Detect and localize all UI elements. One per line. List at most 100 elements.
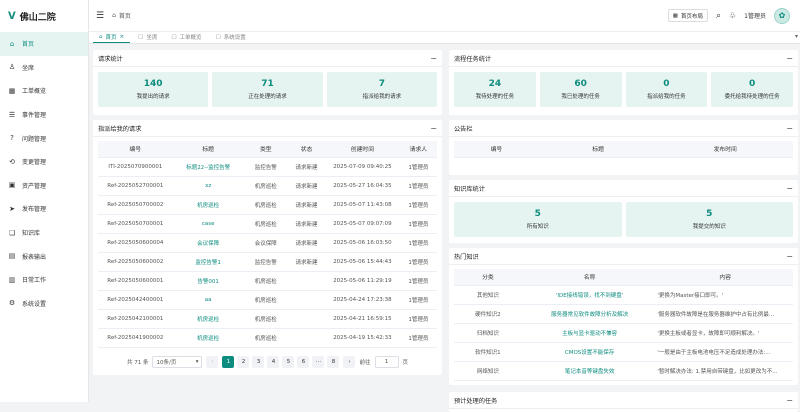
stat-card[interactable]: 71 正在处理的请求 bbox=[212, 72, 323, 107]
page-button[interactable]: 8 bbox=[327, 355, 340, 368]
minimize-icon[interactable]: − bbox=[786, 54, 793, 63]
tab-item[interactable]: ▢ 系统设置 bbox=[210, 31, 252, 43]
table-row[interactable]: 其他知识 'IDE接线错误，找不到硬盘' '更换为Master接口即可。' bbox=[454, 285, 793, 305]
table-row[interactable]: Ref-2025042100001 机房巡检 机房巡检 2025-04-21 16:5… bbox=[98, 309, 437, 329]
table-row[interactable]: Ref-2025041900002 机房巡检 机房巡检 2025-04-19 15:4… bbox=[98, 328, 437, 348]
request-title-link[interactable]: 机房巡检 bbox=[172, 328, 244, 348]
page-button[interactable]: 2 bbox=[237, 355, 250, 368]
sidebar-item[interactable]: ⟲ 变更管理 bbox=[0, 150, 88, 174]
knowledge-title-link[interactable]: 'IDE接线错误，找不到硬盘' bbox=[521, 285, 658, 305]
minimize-icon[interactable]: − bbox=[786, 124, 793, 133]
table-row[interactable]: Ref-2025052700001 xz 机房巡检 请求新建 2025-05-27 16… bbox=[98, 176, 437, 196]
sidebar-item[interactable]: ▤ 报表输出 bbox=[0, 244, 88, 268]
table-row[interactable]: Ref-2025050600004 会议保障 会议保障 请求新建 2025-05-06 … bbox=[98, 233, 437, 253]
page-size-value: 10条/页 bbox=[156, 359, 177, 366]
stat-card[interactable]: 0 委托给我待处理的任务 bbox=[711, 72, 793, 107]
tab-item[interactable]: ⌂ 首页 × bbox=[93, 31, 131, 43]
tab-item[interactable]: ▢ 工单概览 bbox=[165, 31, 207, 43]
request-title-link[interactable]: 告警001 bbox=[172, 271, 244, 291]
hamburger-menu-icon[interactable]: ☰ bbox=[96, 11, 104, 21]
column-header: 名称 bbox=[521, 269, 658, 286]
knowledge-title-link[interactable]: 主板与显卡驱动不兼容 bbox=[521, 323, 658, 343]
tab-item[interactable]: ▢ 坐席 bbox=[132, 31, 163, 43]
stat-card[interactable]: 60 我已处理的任务 bbox=[539, 72, 622, 107]
table-cell: 归档知识 bbox=[454, 323, 522, 343]
request-title-link[interactable]: 监控告警1 bbox=[172, 252, 244, 272]
knowledge-title-link[interactable]: CMOS设置不能保存 bbox=[521, 342, 658, 362]
stat-card[interactable]: 24 我待处理的任务 bbox=[454, 72, 536, 107]
sidebar-item[interactable]: ❏ 知识库 bbox=[0, 221, 88, 245]
sidebar-item-label: 知识库 bbox=[22, 230, 41, 238]
home-layout-button[interactable]: ▦ 首页布局 bbox=[667, 9, 708, 22]
page-button[interactable]: 1 bbox=[222, 355, 235, 368]
knowledge-title-link[interactable]: 笔记本音等键盘失效 bbox=[521, 361, 658, 381]
stat-card[interactable]: 5 所有知识 bbox=[454, 202, 622, 237]
request-title-link[interactable]: 机房巡检 bbox=[172, 195, 244, 215]
search-icon[interactable]: ⌕ bbox=[716, 11, 721, 21]
table-row[interactable]: Ref-2025042400001 aa 机房巡检 2025-04-24 17:23:… bbox=[98, 290, 437, 310]
goto-page-input[interactable]: 1 bbox=[374, 355, 399, 368]
table-cell: Ref-2025050600004 bbox=[98, 233, 173, 253]
next-page-button[interactable]: › bbox=[343, 355, 356, 368]
table-row[interactable]: 软件知识1 CMOS设置不能保存 '一般是由于主板电池电压不足造成处理办法:... bbox=[454, 342, 793, 362]
sidebar-item[interactable]: ➤ 发布管理 bbox=[0, 197, 88, 221]
table-row[interactable]: ITI-2025070900001 标题22--监控告警 监控告警 请求新建 2025-… bbox=[98, 157, 437, 177]
page-button[interactable]: 3 bbox=[252, 355, 265, 368]
page-button[interactable]: ··· bbox=[312, 355, 325, 368]
page-button[interactable]: 5 bbox=[282, 355, 295, 368]
page-button[interactable]: 4 bbox=[267, 355, 280, 368]
tab-label: 工单概览 bbox=[179, 35, 202, 41]
minimize-icon[interactable]: − bbox=[786, 396, 793, 405]
table-row[interactable]: 网络知识 笔记本音等键盘失效 '暂时解决办法: 1.禁用自带键盘，比如更改为不... bbox=[454, 361, 793, 381]
asset-icon: ▣ bbox=[8, 181, 16, 190]
sidebar-item[interactable]: ▦ 工单概览 bbox=[0, 79, 88, 103]
table-row[interactable]: Ref-2025050600002 监控告警1 监控告警 请求新建 2025-05-06… bbox=[98, 252, 437, 272]
tab-scroll-icon[interactable]: ▾ bbox=[795, 33, 798, 40]
minimize-icon[interactable]: − bbox=[786, 184, 793, 193]
notification-icon[interactable]: ♧ bbox=[729, 11, 736, 20]
column-header: 内容 bbox=[657, 269, 793, 286]
table-cell bbox=[287, 271, 326, 291]
column-header: 请求人 bbox=[399, 141, 437, 158]
user-name[interactable]: 1管理员 bbox=[744, 11, 766, 20]
table-cell: Ref-2025050600001 bbox=[98, 271, 173, 291]
close-icon[interactable]: × bbox=[120, 34, 125, 40]
table-row[interactable]: Ref-2025050600001 告警001 机房巡检 2025-05-06 11:… bbox=[98, 271, 437, 291]
sidebar-item[interactable]: ♙ 坐席 bbox=[0, 56, 88, 80]
table-row[interactable]: 归档知识 主板与显卡驱动不兼容 '更换主板或者显卡，故障即可顺利解决。' bbox=[454, 323, 793, 343]
table-row[interactable]: Ref-2025050700001 case 机房巡检 请求新建 2025-05-07 … bbox=[98, 214, 437, 234]
column-header: 分类 bbox=[454, 269, 522, 286]
minimize-icon[interactable]: − bbox=[430, 54, 437, 63]
page-size-select[interactable]: 10条/页 ▾ bbox=[152, 355, 203, 368]
stat-card[interactable]: 0 指派给我的任务 bbox=[625, 72, 708, 107]
avatar[interactable]: ✿ bbox=[774, 7, 790, 24]
sidebar-item[interactable]: ▣ 资产管理 bbox=[0, 174, 88, 198]
pagination-total: 共 71 条 bbox=[126, 359, 149, 366]
table-cell: 机房巡检 bbox=[243, 195, 288, 215]
stat-card[interactable]: 7 指派给我的请求 bbox=[326, 72, 437, 107]
app-logo[interactable]: ᐯ 佛山二院 bbox=[0, 0, 88, 32]
table-cell: 请求新建 bbox=[287, 252, 326, 272]
sidebar-item[interactable]: ⌂ 首页 bbox=[0, 32, 88, 56]
request-title-link[interactable]: 标题22--监控告警 bbox=[172, 157, 244, 177]
sidebar-item[interactable]: ? 问题管理 bbox=[0, 126, 88, 150]
minimize-icon[interactable]: − bbox=[430, 124, 437, 133]
request-title-link[interactable]: xz bbox=[172, 176, 244, 196]
page-button[interactable]: 6 bbox=[297, 355, 310, 368]
request-title-link[interactable]: aa bbox=[172, 290, 244, 310]
breadcrumb-item-home[interactable]: 首页 bbox=[119, 11, 131, 20]
request-title-link[interactable]: case bbox=[172, 214, 244, 234]
prev-page-button[interactable]: ‹ bbox=[206, 355, 219, 368]
knowledge-title-link[interactable]: 服务器常见软件故障分析及解决 bbox=[521, 304, 658, 324]
request-title-link[interactable]: 机房巡检 bbox=[172, 309, 244, 329]
table-row[interactable]: Ref-2025050700002 机房巡检 机房巡检 请求新建 2025-05-07 … bbox=[98, 195, 437, 215]
sidebar-item[interactable]: ⚙ 系统设置 bbox=[0, 292, 88, 316]
request-title-link[interactable]: 会议保障 bbox=[172, 233, 244, 253]
minimize-icon[interactable]: − bbox=[786, 252, 793, 261]
stat-card[interactable]: 5 我提交的知识 bbox=[625, 202, 793, 237]
send-icon: ➤ bbox=[9, 204, 15, 213]
sidebar-item[interactable]: ▥ 日常工作 bbox=[0, 268, 88, 292]
table-row[interactable]: 硬件知识2 服务器常见软件故障分析及解决 '服务器软件故障是在服务器维护中占有比例最… bbox=[454, 304, 793, 324]
sidebar-item[interactable]: ☰ 事件管理 bbox=[0, 103, 88, 127]
stat-card[interactable]: 140 我提出的请求 bbox=[98, 72, 209, 107]
